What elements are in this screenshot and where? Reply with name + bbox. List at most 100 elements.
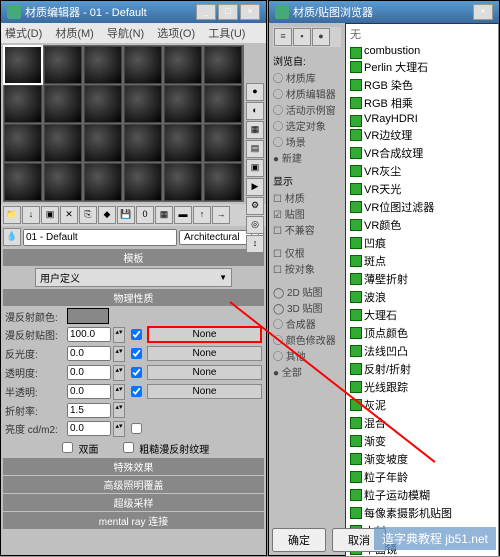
tree-item[interactable]: 波浪	[346, 288, 498, 306]
sample-uv-icon[interactable]: ▤	[246, 140, 264, 158]
adv-light-header[interactable]: 高级照明覆盖	[3, 476, 264, 493]
radio-active[interactable]: ◯ 活动示例窗	[273, 102, 341, 117]
go-sibling-icon[interactable]: →	[212, 206, 230, 224]
menu-material[interactable]: 材质(M)	[55, 28, 94, 40]
make-copy-icon[interactable]: ⎘	[79, 206, 97, 224]
transparency-map-enable[interactable]	[131, 367, 142, 378]
translucency-map-button[interactable]: None	[147, 384, 262, 399]
material-slot[interactable]	[124, 85, 162, 123]
diffuse-map-button[interactable]: None	[147, 326, 262, 343]
translucency-amount[interactable]	[67, 384, 111, 399]
tree-item[interactable]: combustion	[346, 44, 498, 58]
diffuse-map-enable[interactable]	[131, 329, 142, 340]
tree-item[interactable]: RGB 相乘	[346, 94, 498, 112]
spinner-icon[interactable]: ▴▾	[113, 327, 125, 343]
radio-comp[interactable]: ◯ 合成器	[273, 316, 341, 331]
tree-item[interactable]: VR位图过滤器	[346, 198, 498, 216]
ok-button[interactable]: 确定	[272, 528, 326, 552]
material-slot[interactable]	[164, 124, 202, 162]
preview-icon[interactable]: ▶	[246, 178, 264, 196]
tree-item[interactable]: 法线凹凸	[346, 342, 498, 360]
material-slot[interactable]	[4, 85, 42, 123]
video-check-icon[interactable]: ▣	[246, 159, 264, 177]
menu-mode[interactable]: 模式(D)	[5, 28, 42, 40]
radio-new[interactable]: ● 新建	[273, 150, 341, 165]
material-slot[interactable]	[44, 46, 82, 84]
sample-type-icon[interactable]: ●	[246, 83, 264, 101]
chk-root[interactable]: ☐ 仅根	[273, 245, 341, 260]
transparency-map-button[interactable]: None	[147, 365, 262, 380]
assign-to-sel-icon[interactable]: ▣	[41, 206, 59, 224]
make-unique-icon[interactable]: ◆	[98, 206, 116, 224]
tree-item[interactable]: VRayHDRI	[346, 112, 498, 126]
view-large-icon[interactable]: ●	[312, 28, 330, 46]
luminance-amount[interactable]	[67, 421, 111, 436]
chk-incompat[interactable]: ☐ 不兼容	[273, 222, 341, 237]
material-slot[interactable]	[164, 163, 202, 201]
two-sided-checkbox[interactable]: 双面	[58, 439, 99, 456]
radio-3d[interactable]: ◯ 3D 贴图	[273, 300, 341, 315]
spinner-icon[interactable]: ▴▾	[113, 402, 125, 418]
material-slot[interactable]	[84, 124, 122, 162]
shininess-amount[interactable]	[67, 346, 111, 361]
tree-item[interactable]: VR天光	[346, 180, 498, 198]
material-slot[interactable]	[124, 46, 162, 84]
raw-diffuse-checkbox[interactable]: 粗糙漫反射纹理	[119, 439, 210, 456]
select-by-mat-icon[interactable]: ◎	[246, 216, 264, 234]
tree-item[interactable]: Perlin 大理石	[346, 58, 498, 76]
mental-ray-header[interactable]: mental ray 连接	[3, 512, 264, 529]
material-slot[interactable]	[204, 163, 242, 201]
show-map-icon[interactable]: ▦	[155, 206, 173, 224]
radio-all[interactable]: ● 全部	[273, 364, 341, 379]
transparency-amount[interactable]	[67, 365, 111, 380]
tree-item[interactable]: VR灰尘	[346, 162, 498, 180]
options-icon[interactable]: ⚙	[246, 197, 264, 215]
tree-item[interactable]: VR边纹理	[346, 126, 498, 144]
material-slot[interactable]	[124, 163, 162, 201]
get-material-icon[interactable]: 📁	[3, 206, 21, 224]
tree-item[interactable]: 每像素摄影机贴图	[346, 504, 498, 522]
go-parent-icon[interactable]: ↑	[193, 206, 211, 224]
browser-titlebar[interactable]: 材质/贴图浏览器 ×	[269, 1, 499, 23]
diffuse-color-swatch[interactable]	[67, 308, 109, 324]
chk-materials[interactable]: ☐ 材质	[273, 190, 341, 205]
radio-mat-editor[interactable]: ◯ 材质编辑器	[273, 86, 341, 101]
tree-item[interactable]: 斑点	[346, 252, 498, 270]
mat-id-icon[interactable]: 0	[136, 206, 154, 224]
ior-amount[interactable]	[67, 403, 111, 418]
maximize-button[interactable]: □	[218, 4, 238, 20]
menu-tools[interactable]: 工具(U)	[208, 28, 245, 40]
chk-maps[interactable]: ☑ 贴图	[273, 206, 341, 221]
tree-item[interactable]: 薄壁折射	[346, 270, 498, 288]
view-small-icon[interactable]: ▪	[293, 28, 311, 46]
tree-item[interactable]: 凹痕	[346, 234, 498, 252]
spinner-icon[interactable]: ▴▾	[113, 346, 125, 362]
close-button[interactable]: ×	[240, 4, 260, 20]
material-slot[interactable]	[124, 124, 162, 162]
material-slot[interactable]	[44, 124, 82, 162]
material-slot[interactable]	[4, 46, 42, 84]
backlight-icon[interactable]: ◐	[246, 102, 264, 120]
tree-item[interactable]: 粒子运动模糊	[346, 486, 498, 504]
material-slot[interactable]	[84, 85, 122, 123]
radio-selected[interactable]: ◯ 选定对象	[273, 118, 341, 133]
luminance-map-enable[interactable]	[131, 423, 142, 434]
material-slot[interactable]	[204, 85, 242, 123]
material-slot[interactable]	[164, 85, 202, 123]
pick-material-icon[interactable]: 💧	[3, 228, 21, 246]
view-list-icon[interactable]: ≡	[274, 28, 292, 46]
reset-map-icon[interactable]: ✕	[60, 206, 78, 224]
template-dropdown[interactable]: 用户定义	[35, 268, 232, 287]
shininess-map-enable[interactable]	[131, 348, 142, 359]
menu-options[interactable]: 选项(O)	[157, 28, 195, 40]
editor-titlebar[interactable]: 材质编辑器 - 01 - Default _ □ ×	[1, 1, 266, 23]
material-slot[interactable]	[84, 163, 122, 201]
spinner-icon[interactable]: ▴▾	[113, 365, 125, 381]
tree-item[interactable]: VR颜色	[346, 216, 498, 234]
tree-item[interactable]: RGB 染色	[346, 76, 498, 94]
mat-map-nav-icon[interactable]: ↕	[246, 235, 264, 253]
diffuse-map-amount[interactable]	[67, 327, 111, 342]
radio-scene[interactable]: ◯ 场景	[273, 134, 341, 149]
physical-header[interactable]: 物理性质	[3, 289, 264, 306]
shininess-map-button[interactable]: None	[147, 346, 262, 361]
